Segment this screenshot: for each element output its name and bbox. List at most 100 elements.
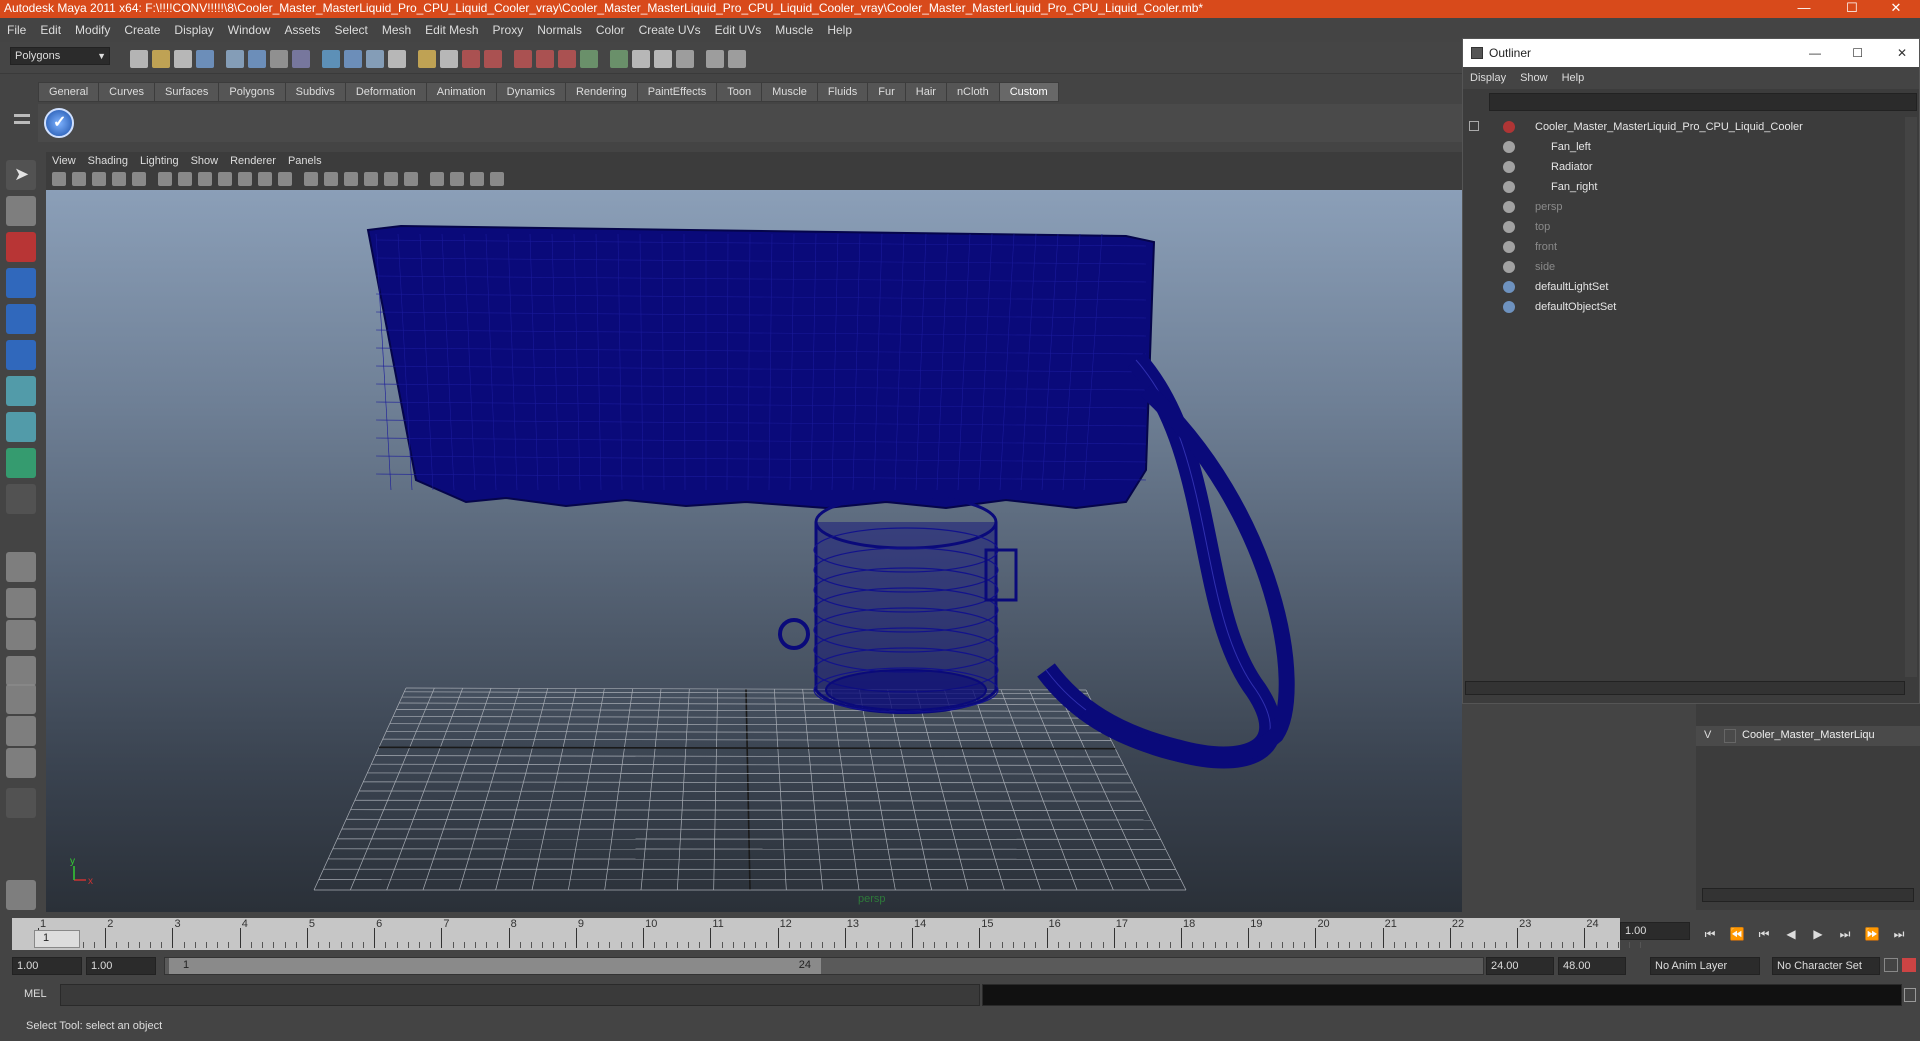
key-icon[interactable]	[1884, 958, 1898, 972]
viewport-menu-shading[interactable]: Shading	[82, 152, 134, 170]
menu-window[interactable]: Window	[221, 18, 278, 42]
custom-layout-icon[interactable]	[6, 788, 36, 818]
render-settings-icon[interactable]	[514, 50, 532, 68]
viewport-menu-view[interactable]: View	[46, 152, 82, 170]
ipr-render-icon[interactable]	[484, 50, 502, 68]
snap-grid-icon[interactable]	[270, 50, 288, 68]
shelf-tab-general[interactable]: General	[38, 82, 100, 102]
snap-surface-icon[interactable]	[366, 50, 384, 68]
outliner-item[interactable]: Radiator	[1503, 157, 1893, 177]
layer-visibility-flag[interactable]: V	[1704, 729, 1711, 741]
scene-svg[interactable]: persp x y	[46, 190, 1462, 912]
start-time-field[interactable]: 1.00	[12, 957, 82, 975]
outliner-minimize-button[interactable]: —	[1809, 39, 1821, 67]
cooler-wireframe-model[interactable]	[366, 224, 1295, 769]
move-tool-icon[interactable]	[6, 268, 36, 298]
play-backwards-icon[interactable]: ◀	[1781, 924, 1801, 944]
current-time-field[interactable]: 1.00	[1620, 922, 1690, 940]
snap-plane-icon[interactable]	[344, 50, 362, 68]
default-material-icon[interactable]	[344, 172, 358, 186]
xray-joints-icon[interactable]	[470, 172, 484, 186]
outliner-item[interactable]: persp	[1503, 197, 1893, 217]
shelf-tab-fur[interactable]: Fur	[867, 82, 906, 102]
shelf-tab-ncloth[interactable]: nCloth	[945, 82, 1000, 102]
menu-display[interactable]: Display	[167, 18, 220, 42]
outliner-item[interactable]: Cooler_Master_MasterLiquid_Pro_CPU_Liqui…	[1503, 117, 1893, 137]
shelf-tab-custom[interactable]: Custom	[998, 82, 1059, 102]
lasso-tool-icon[interactable]	[6, 196, 36, 226]
end-time-field[interactable]: 48.00	[1558, 957, 1626, 975]
shelf-tab-curves[interactable]: Curves	[98, 82, 155, 102]
shelf-tab-fluids[interactable]: Fluids	[816, 82, 869, 102]
universal-manipulator-icon[interactable]	[6, 376, 36, 406]
script-editor-icon[interactable]	[1904, 988, 1916, 1002]
menu-select[interactable]: Select	[327, 18, 374, 42]
hypershade-icon[interactable]	[536, 50, 554, 68]
four-view-layout-icon[interactable]	[6, 588, 36, 618]
select-camera-icon[interactable]	[52, 172, 66, 186]
menu-edit[interactable]: Edit	[33, 18, 68, 42]
misc-icon[interactable]	[728, 50, 746, 68]
layer-template-toggle[interactable]	[1724, 729, 1736, 743]
outliner-item[interactable]: side	[1503, 257, 1893, 277]
preferences-icon[interactable]	[1902, 958, 1916, 972]
time-slider[interactable]: 1 2 3 4 5 6 7 8 9 10 11 12 13 14 15 16 17 18 19 20 21 22 23 24 1	[12, 918, 1642, 950]
soft-modification-icon[interactable]	[6, 412, 36, 442]
outliner-item[interactable]: defaultObjectSet	[1503, 297, 1893, 317]
menu-proxy[interactable]: Proxy	[486, 18, 531, 42]
viewport-menu-renderer[interactable]: Renderer	[224, 152, 282, 170]
outliner-menu-help[interactable]: Help	[1555, 67, 1592, 89]
menu-muscle[interactable]: Muscle	[768, 18, 820, 42]
tool-settings-icon[interactable]	[632, 50, 650, 68]
safe-title-icon[interactable]	[278, 172, 292, 186]
select-tool-icon[interactable]: ➤	[6, 160, 36, 190]
scale-tool-icon[interactable]	[6, 340, 36, 370]
viewport-menu-panels[interactable]: Panels	[282, 152, 328, 170]
layer-row[interactable]: V Cooler_Master_MasterLiqu	[1696, 726, 1920, 746]
layer-scrollbar[interactable]	[1702, 888, 1914, 902]
collapse-icon[interactable]	[1469, 121, 1479, 131]
channel-box-icon[interactable]	[610, 50, 628, 68]
menu-set-dropdown[interactable]: Polygons ▼	[10, 47, 110, 65]
field-chart-icon[interactable]	[238, 172, 252, 186]
current-frame-marker[interactable]: 1	[34, 930, 80, 948]
snap-curve-icon[interactable]	[292, 50, 310, 68]
persp-trax-layout-icon[interactable]	[6, 716, 36, 746]
save-scene-icon[interactable]	[174, 50, 192, 68]
render-view-icon[interactable]	[558, 50, 576, 68]
resolution-gate-icon[interactable]	[198, 172, 212, 186]
step-forward-frame-icon[interactable]: ⏭	[1835, 924, 1855, 944]
character-set-dropdown[interactable]: No Character Set	[1772, 957, 1880, 975]
menu-file[interactable]: File	[0, 18, 33, 42]
high-quality-icon[interactable]	[490, 172, 504, 186]
outliner-item[interactable]: front	[1503, 237, 1893, 257]
outliner-horizontal-scrollbar[interactable]	[1465, 681, 1905, 695]
viewport-menu-lighting[interactable]: Lighting	[134, 152, 185, 170]
shelf-tab-painteffects[interactable]: PaintEffects	[636, 82, 718, 102]
attribute-editor-icon[interactable]	[580, 50, 598, 68]
anim-layer-dropdown[interactable]: No Anim Layer	[1650, 957, 1760, 975]
step-forward-key-icon[interactable]: ⏩	[1862, 924, 1882, 944]
uv-layout-icon[interactable]	[6, 748, 36, 778]
use-all-lights-icon[interactable]	[384, 172, 398, 186]
menu-mesh[interactable]: Mesh	[375, 18, 418, 42]
go-to-end-icon[interactable]: ⏭	[1889, 924, 1909, 944]
checkmark-shelf-icon[interactable]: ✓	[44, 108, 74, 138]
history-icon[interactable]	[418, 50, 436, 68]
outliner-filter-field[interactable]	[1489, 93, 1917, 111]
shelf-tab-deformation[interactable]: Deformation	[344, 82, 427, 102]
outliner-item[interactable]: Fan_left	[1503, 137, 1893, 157]
film-gate-icon[interactable]	[178, 172, 192, 186]
outliner-vertical-scrollbar[interactable]	[1905, 117, 1917, 677]
shelf-tab-rendering[interactable]: Rendering	[564, 82, 638, 102]
shelf-tab-dynamics[interactable]: Dynamics	[495, 82, 566, 102]
outliner-menu-display[interactable]: Display	[1463, 67, 1513, 89]
shelf-tab-hair[interactable]: Hair	[904, 82, 947, 102]
menu-normals[interactable]: Normals	[530, 18, 589, 42]
image-plane-icon[interactable]	[112, 172, 126, 186]
play-forwards-icon[interactable]: ▶	[1808, 924, 1828, 944]
outliner-item[interactable]: Fan_right	[1503, 177, 1893, 197]
isolate-select-icon[interactable]	[430, 172, 444, 186]
maximize-button[interactable]: ☐	[1832, 0, 1872, 18]
perspective-viewport[interactable]: persp x y	[46, 190, 1462, 912]
